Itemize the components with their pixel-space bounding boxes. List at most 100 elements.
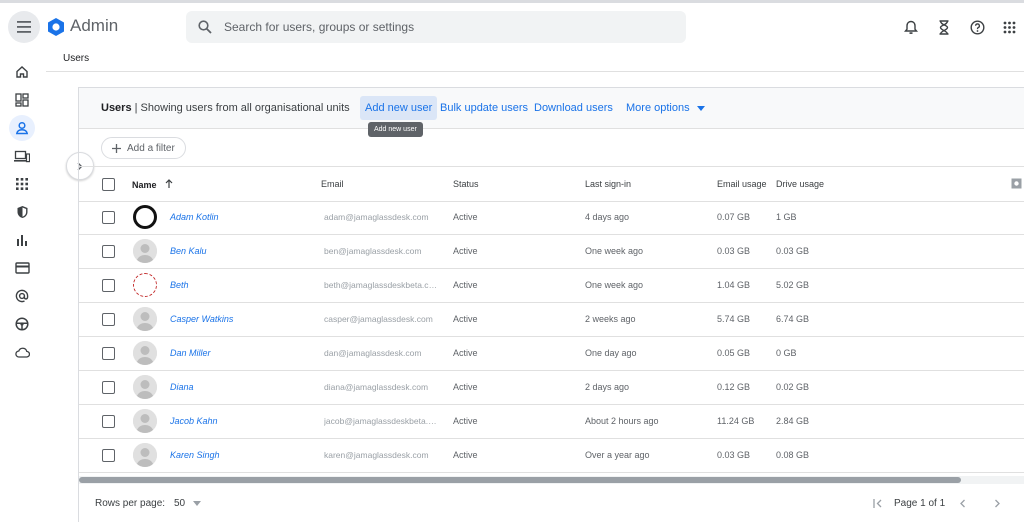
sidebar-item-dashboard[interactable] bbox=[9, 87, 35, 113]
table-row[interactable]: Diana diana@jamaglassdesk.com Active 2 days… bbox=[79, 370, 1024, 405]
reports-icon bbox=[17, 235, 27, 246]
table-row[interactable]: Jacob Kahn jacob@jamaglassdeskbeta.com Act… bbox=[79, 404, 1024, 439]
user-icon bbox=[15, 121, 29, 135]
account-at-icon bbox=[15, 289, 29, 303]
table-row[interactable]: Casper Watkins casper@jamaglassdesk.com Ac… bbox=[79, 302, 1024, 337]
user-status: Active bbox=[453, 450, 478, 460]
billing-icon bbox=[14, 262, 30, 274]
add-filter-button[interactable]: Add a filter bbox=[101, 137, 186, 159]
row-checkbox[interactable] bbox=[102, 415, 115, 428]
next-page-icon[interactable] bbox=[994, 499, 1001, 508]
sidebar-item-apps[interactable] bbox=[9, 171, 35, 197]
download-users-button[interactable]: Download users bbox=[534, 102, 613, 114]
table-row[interactable]: Dan Miller dan@jamaglassdesk.com Active One… bbox=[79, 336, 1024, 371]
user-drive-usage: 0.02 GB bbox=[776, 382, 810, 392]
breadcrumb[interactable]: Users bbox=[63, 53, 89, 64]
table-row[interactable]: Karen Singh karen@jamaglassdesk.com Active… bbox=[79, 438, 1024, 473]
sidebar-item-storage[interactable] bbox=[9, 339, 35, 365]
hourglass-icon bbox=[939, 19, 949, 35]
sidebar-item-devices[interactable] bbox=[9, 143, 35, 169]
help-icon bbox=[969, 19, 985, 35]
tasks-button[interactable] bbox=[935, 18, 953, 36]
column-drive-usage[interactable]: Drive usage bbox=[776, 179, 824, 189]
column-last-sign-in[interactable]: Last sign-in bbox=[585, 179, 631, 189]
previous-page-icon[interactable] bbox=[959, 499, 966, 508]
user-name-link[interactable]: Beth bbox=[170, 280, 189, 290]
scrollbar-thumb[interactable] bbox=[79, 477, 961, 483]
user-name-link[interactable]: Adam Kotlin bbox=[170, 212, 219, 222]
user-drive-usage: 6.74 GB bbox=[776, 314, 810, 324]
row-checkbox[interactable] bbox=[102, 449, 115, 462]
bell-icon bbox=[904, 20, 918, 34]
sort-up-arrow-icon[interactable] bbox=[165, 179, 173, 188]
column-settings-icon[interactable] bbox=[1011, 178, 1022, 189]
horizontal-scrollbar[interactable] bbox=[79, 476, 1024, 484]
rows-per-page-value: 50 bbox=[174, 498, 186, 509]
row-checkbox[interactable] bbox=[102, 381, 115, 394]
dashboard-icon bbox=[15, 93, 29, 107]
avatar bbox=[133, 409, 157, 433]
users-card: Users | Showing users from all organisat… bbox=[78, 87, 1024, 522]
user-last-sign-in: One day ago bbox=[585, 348, 637, 358]
avatar bbox=[133, 375, 157, 399]
first-page-icon[interactable] bbox=[873, 499, 883, 508]
avatar bbox=[133, 205, 157, 229]
user-email: dan@jamaglassdesk.com bbox=[324, 348, 422, 358]
user-last-sign-in: One week ago bbox=[585, 280, 644, 290]
user-email-usage: 0.07 GB bbox=[717, 212, 751, 222]
user-name-link[interactable]: Casper Watkins bbox=[170, 314, 233, 324]
user-email-usage: 1.04 GB bbox=[717, 280, 751, 290]
user-name-link[interactable]: Diana bbox=[170, 382, 194, 392]
user-status: Active bbox=[453, 280, 478, 290]
table-row[interactable]: Ben Kalu ben@jamaglassdesk.com Active One w… bbox=[79, 234, 1024, 269]
row-checkbox[interactable] bbox=[102, 313, 115, 326]
app-header: Admin Search for users, groups or settin… bbox=[0, 3, 1024, 49]
user-email: diana@jamaglassdesk.com bbox=[324, 382, 429, 392]
user-last-sign-in: One week ago bbox=[585, 246, 644, 256]
notifications-button[interactable] bbox=[902, 18, 920, 36]
main-menu-button[interactable] bbox=[8, 11, 40, 43]
user-name-link[interactable]: Jacob Kahn bbox=[170, 416, 218, 426]
column-name[interactable]: Name bbox=[132, 179, 173, 190]
sidebar-item-security[interactable] bbox=[9, 199, 35, 225]
user-last-sign-in: 2 days ago bbox=[585, 382, 630, 392]
caret-down-icon bbox=[696, 106, 705, 111]
sidebar-item-users[interactable] bbox=[9, 115, 35, 141]
row-checkbox[interactable] bbox=[102, 279, 115, 292]
more-options-button[interactable]: More options bbox=[626, 102, 705, 114]
select-all-checkbox[interactable] bbox=[102, 178, 115, 191]
help-button[interactable] bbox=[968, 18, 986, 36]
user-status: Active bbox=[453, 314, 478, 324]
table-row[interactable]: Beth beth@jamaglassdeskbeta.com Active One … bbox=[79, 268, 1024, 303]
user-status: Active bbox=[453, 212, 478, 222]
user-name-link[interactable]: Dan Miller bbox=[170, 348, 211, 358]
pagination-footer: Rows per page: 50 Page 1 of 1 bbox=[79, 484, 1024, 522]
security-icon bbox=[17, 206, 27, 218]
user-email: casper@jamaglassdesk.com bbox=[324, 314, 433, 324]
home-icon bbox=[16, 66, 28, 78]
apps-button[interactable] bbox=[1000, 18, 1018, 36]
search-bar[interactable]: Search for users, groups or settings bbox=[186, 11, 686, 43]
row-checkbox[interactable] bbox=[102, 347, 115, 360]
bulk-update-users-button[interactable]: Bulk update users bbox=[440, 102, 528, 114]
sidebar-item-reports[interactable] bbox=[9, 227, 35, 253]
sidebar-item-billing[interactable] bbox=[9, 255, 35, 281]
user-last-sign-in: Over a year ago bbox=[585, 450, 650, 460]
table-row[interactable]: Adam Kotlin adam@jamaglassdesk.com Active 4… bbox=[79, 200, 1024, 235]
column-status[interactable]: Status bbox=[453, 179, 479, 189]
sidebar-item-home[interactable] bbox=[9, 59, 35, 85]
add-new-user-button[interactable]: Add new user bbox=[360, 96, 438, 120]
search-input[interactable]: Search for users, groups or settings bbox=[224, 20, 414, 34]
column-email-usage[interactable]: Email usage bbox=[717, 179, 767, 189]
user-drive-usage: 0 GB bbox=[776, 348, 797, 358]
sidebar-item-account[interactable] bbox=[9, 283, 35, 309]
row-checkbox[interactable] bbox=[102, 245, 115, 258]
rows-per-page-select[interactable]: 50 bbox=[174, 498, 201, 509]
user-name-link[interactable]: Karen Singh bbox=[170, 450, 220, 460]
user-drive-usage: 1 GB bbox=[776, 212, 797, 222]
column-email[interactable]: Email bbox=[321, 179, 344, 189]
sidebar-item-rules[interactable] bbox=[9, 311, 35, 337]
row-checkbox[interactable] bbox=[102, 211, 115, 224]
user-name-link[interactable]: Ben Kalu bbox=[170, 246, 207, 256]
add-new-user-tooltip: Add new user bbox=[368, 122, 423, 137]
